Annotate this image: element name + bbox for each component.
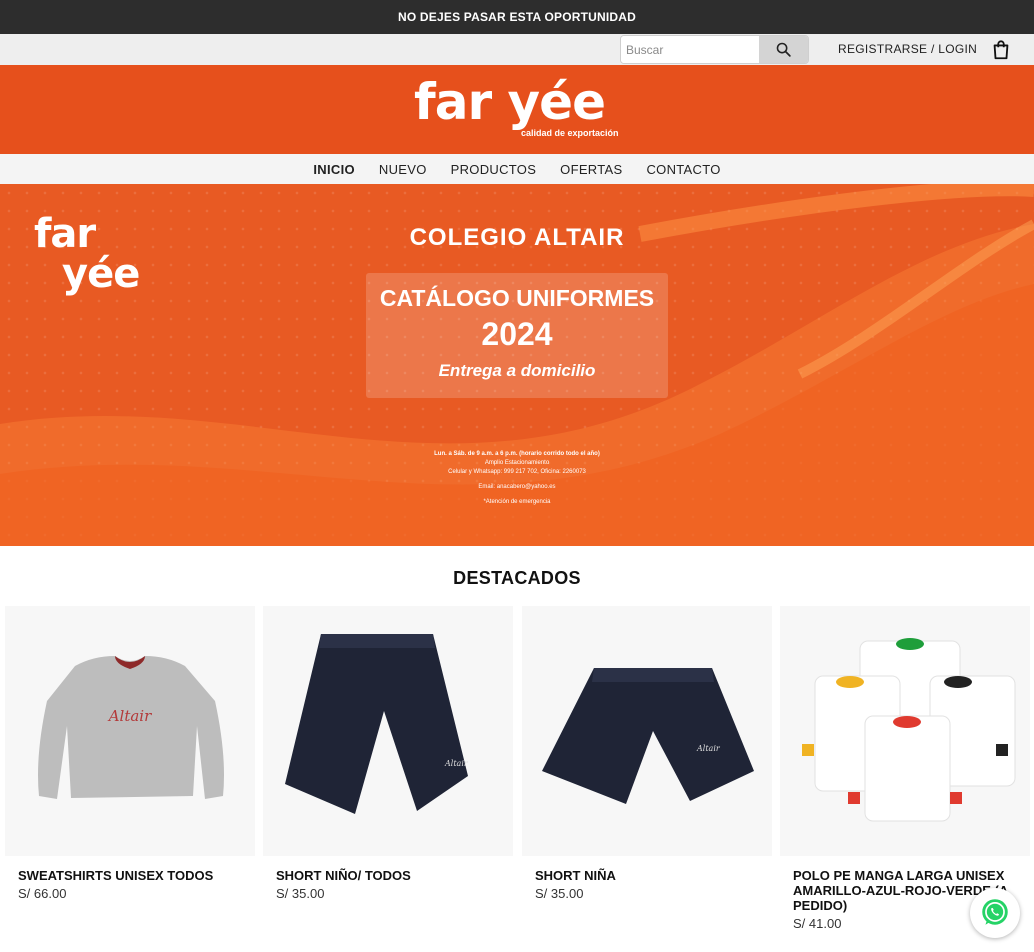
product-image[interactable]: Altair: [5, 606, 255, 856]
nav-item-productos[interactable]: PRODUCTOS: [439, 162, 549, 177]
nav-item-ofertas[interactable]: OFERTAS: [548, 162, 634, 177]
product-card[interactable]: Altair SWEATSHIRTS UNISEX TODOS S/ 66.00: [5, 606, 255, 901]
hero-hours: Lun. a Sáb. de 9 a.m. a 6 p.m. (horario …: [434, 451, 600, 457]
brand-logo[interactable]: far yée calidad de exportación: [414, 73, 624, 151]
search-icon: [776, 42, 791, 57]
product-image[interactable]: Altair: [263, 606, 513, 856]
main-nav: INICIO NUEVO PRODUCTOS OFERTAS CONTACTO: [0, 154, 1034, 184]
product-card[interactable]: POLO PE MANGA LARGA UNISEX AMARILLO-AZUL…: [780, 606, 1030, 931]
svg-text:Altair: Altair: [107, 707, 152, 725]
product-grid: Altair SWEATSHIRTS UNISEX TODOS S/ 66.00…: [0, 606, 1034, 952]
hero-parking: Amplio Estacionamiento: [484, 460, 550, 466]
product-card[interactable]: Altair SHORT NIÑA S/ 35.00: [522, 606, 772, 901]
register-login-link[interactable]: REGISTRARSE / LOGIN: [838, 42, 977, 56]
product-image[interactable]: [780, 606, 1030, 856]
hero-banner[interactable]: far yée COLEGIO ALTAIR CATÁLOGO UNIFORME…: [0, 184, 1034, 546]
svg-text:Altair: Altair: [444, 759, 469, 768]
hero-contact-info: Lun. a Sáb. de 9 a.m. a 6 p.m. (horario …: [0, 450, 1034, 507]
hero-phones: Celular y Whatsapp: 999 217 702, Oficina…: [448, 469, 586, 475]
whatsapp-button[interactable]: [970, 888, 1020, 938]
cart-icon[interactable]: [990, 39, 1012, 61]
product-name[interactable]: SHORT NIÑA: [535, 868, 767, 883]
product-image[interactable]: Altair: [522, 606, 772, 856]
brand-name: far yée: [414, 73, 606, 131]
product-price: S/ 35.00: [276, 886, 325, 901]
utility-bar: REGISTRARSE / LOGIN: [0, 34, 1034, 65]
hero-delivery: Entrega a domicilio: [438, 361, 596, 380]
product-name[interactable]: SWEATSHIRTS UNISEX TODOS: [18, 868, 250, 883]
whatsapp-icon: [982, 899, 1008, 925]
product-card[interactable]: Altair SHORT NIÑO/ TODOS S/ 35.00: [263, 606, 513, 901]
hero-emergency: *Atención de emergencia: [483, 499, 551, 505]
product-price: S/ 66.00: [18, 886, 67, 901]
featured-title: DESTACADOS: [453, 568, 581, 588]
hero-logo-line2: yée: [62, 251, 140, 297]
nav-item-contacto[interactable]: CONTACTO: [634, 162, 732, 177]
brand-header: far yée calidad de exportación: [0, 65, 1034, 154]
hero-catalog-title: CATÁLOGO UNIFORMES: [379, 285, 655, 311]
hero-catalog-box: CATÁLOGO UNIFORMES 2024 Entrega a domici…: [366, 273, 668, 398]
svg-text:Altair: Altair: [696, 744, 721, 753]
sweatshirt-image: Altair: [38, 656, 224, 799]
promo-text: NO DEJES PASAR ESTA OPORTUNIDAD: [397, 10, 636, 24]
search-input[interactable]: [621, 36, 759, 63]
promo-bar: NO DEJES PASAR ESTA OPORTUNIDAD: [0, 0, 1034, 34]
hero-school-name: COLEGIO ALTAIR: [409, 224, 625, 251]
hero-email: Email: anacabero@yahoo.es: [478, 484, 556, 490]
polos-image: [802, 638, 1016, 822]
shorts-girl-image: Altair: [542, 668, 754, 804]
search-button[interactable]: [759, 36, 808, 63]
search-box: [620, 35, 809, 64]
nav-item-inicio[interactable]: INICIO: [301, 162, 367, 177]
hero-year: 2024: [481, 316, 553, 352]
nav-item-nuevo[interactable]: NUEVO: [367, 162, 439, 177]
shorts-image: Altair: [285, 634, 469, 814]
brand-tagline: calidad de exportación: [521, 128, 619, 138]
product-name[interactable]: SHORT NIÑO/ TODOS: [276, 868, 508, 883]
product-price: S/ 35.00: [535, 886, 584, 901]
